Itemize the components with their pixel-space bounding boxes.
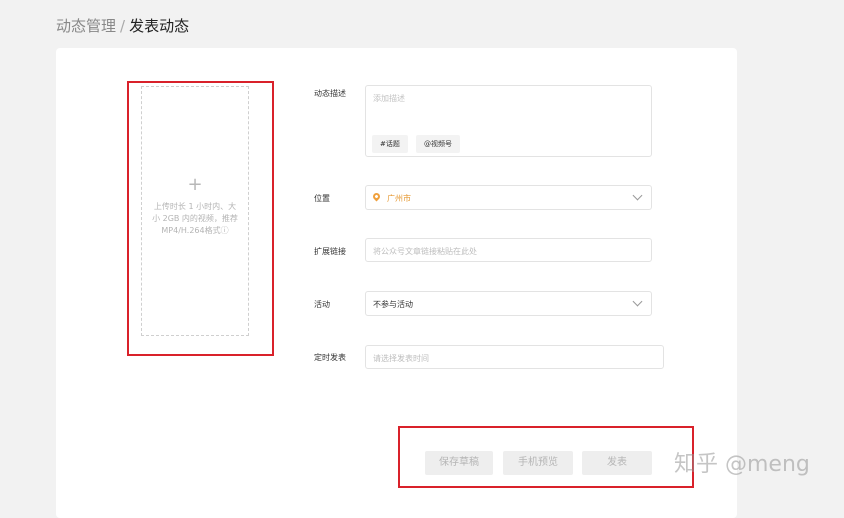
extension-link-input[interactable]: 将公众号文章链接粘贴在此处 [365,238,652,262]
activity-value: 不参与活动 [373,300,413,309]
activity-label: 活动 [314,300,330,309]
description-input[interactable]: 添加描述 #话题 @视频号 [365,85,652,157]
schedule-label: 定时发表 [314,353,346,362]
description-label: 动态描述 [314,89,346,98]
description-placeholder: 添加描述 [373,94,405,103]
link-label: 扩展链接 [314,247,346,256]
breadcrumb: 动态管理 / 发表动态 [56,16,189,36]
actions-highlight-box [398,426,694,488]
chevron-down-icon [632,296,643,307]
activity-select[interactable]: 不参与活动 [365,291,652,316]
location-select[interactable]: 广州市 [365,185,652,210]
schedule-placeholder: 请选择发表时间 [373,354,429,363]
breadcrumb-parent[interactable]: 动态管理 [56,17,116,35]
location-pin-icon [371,191,382,202]
location-value: 广州市 [387,194,411,203]
channel-mention-button[interactable]: @视频号 [416,135,460,153]
chevron-down-icon [632,190,643,201]
watermark: 知乎 @meng [674,452,810,477]
breadcrumb-separator: / [120,17,126,35]
page-title: 发表动态 [129,17,190,35]
schedule-time-input[interactable]: 请选择发表时间 [365,345,664,369]
link-placeholder: 将公众号文章链接粘贴在此处 [373,247,477,256]
topic-tag-button[interactable]: #话题 [372,135,408,153]
location-label: 位置 [314,194,330,203]
upload-highlight-box [127,81,274,356]
